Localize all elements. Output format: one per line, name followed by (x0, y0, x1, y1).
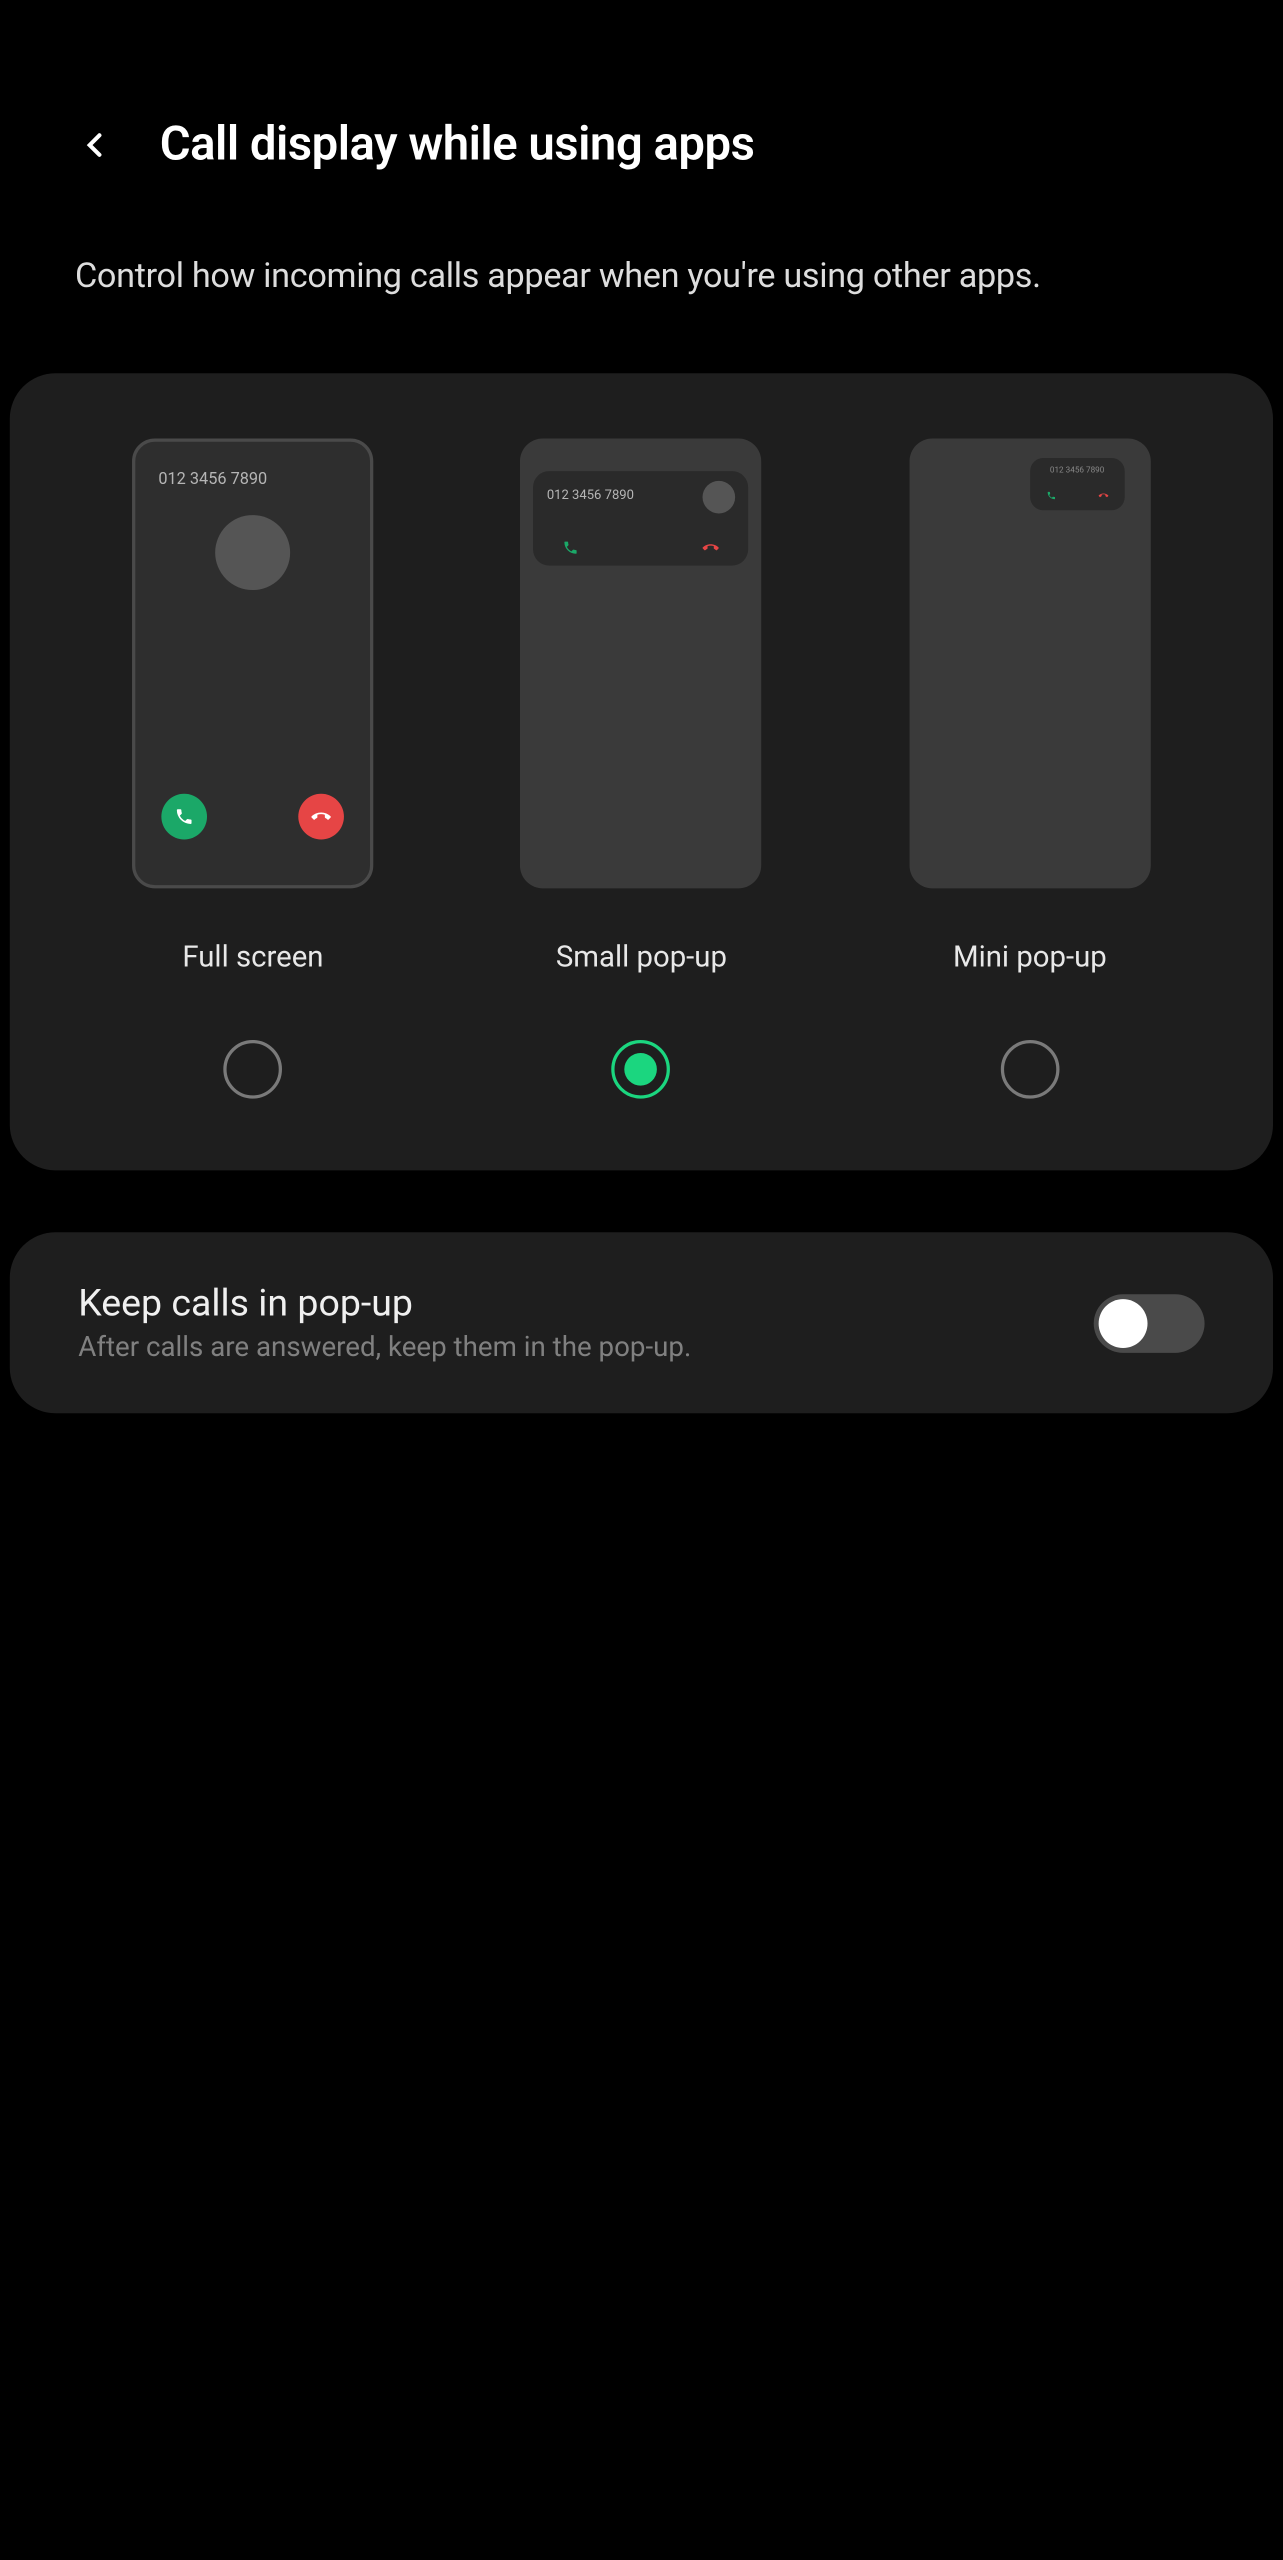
back-icon[interactable] (75, 126, 114, 165)
option-small-popup[interactable]: 012 3456 7890 Small pop-up (447, 439, 835, 1099)
preview-phone-number: 012 3456 7890 (547, 488, 634, 503)
decline-call-icon (299, 794, 345, 840)
preview-full-screen: 012 3456 7890 (132, 439, 373, 889)
radio-small-popup[interactable] (612, 1041, 671, 1100)
preview-small-popup: 012 3456 7890 (521, 439, 762, 889)
display-options-card: 012 3456 7890 Full screen (10, 374, 1273, 1171)
avatar-icon (703, 481, 736, 514)
answer-call-icon (162, 794, 208, 840)
page-description: Control how incoming calls appear when y… (0, 205, 1283, 334)
answer-call-icon (1046, 491, 1056, 501)
keep-in-popup-toggle[interactable] (1094, 1294, 1205, 1353)
answer-call-icon (563, 540, 579, 556)
option-mini-popup[interactable]: 012 3456 7890 Mini pop-up (836, 439, 1224, 1099)
option-label-full: Full screen (182, 941, 323, 975)
decline-call-icon (1098, 491, 1108, 501)
setting-subtitle: After calls are answered, keep them in t… (78, 1332, 1093, 1365)
keep-in-popup-setting: Keep calls in pop-up After calls are ans… (10, 1233, 1273, 1414)
page-title: Call display while using apps (160, 117, 755, 172)
avatar-icon (215, 516, 290, 591)
preview-phone-number: 012 3456 7890 (152, 472, 354, 490)
option-label-mini: Mini pop-up (953, 941, 1107, 975)
option-full-screen[interactable]: 012 3456 7890 Full screen (59, 439, 447, 1099)
preview-phone-number: 012 3456 7890 (1030, 467, 1125, 477)
decline-call-icon (703, 540, 719, 556)
radio-full-screen[interactable] (224, 1041, 283, 1100)
option-label-small: Small pop-up (556, 941, 727, 975)
preview-mini-popup: 012 3456 7890 (909, 439, 1150, 889)
header: Call display while using apps (0, 0, 1283, 205)
toggle-knob (1099, 1299, 1148, 1348)
radio-mini-popup[interactable] (1001, 1041, 1060, 1100)
setting-title: Keep calls in pop-up (78, 1282, 1093, 1326)
